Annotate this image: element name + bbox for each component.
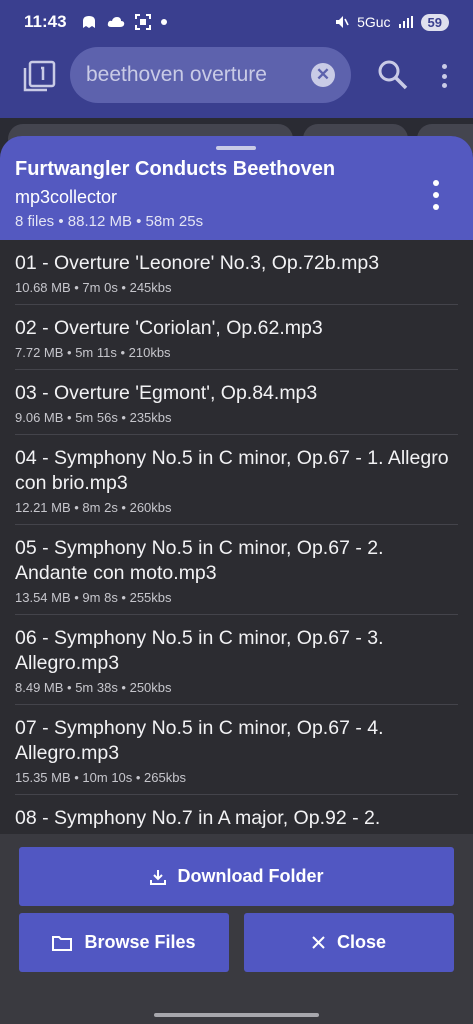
clear-search-icon[interactable]: ✕ xyxy=(311,63,335,87)
download-folder-button[interactable]: Download Folder xyxy=(19,847,454,906)
file-name: 03 - Overture 'Egmont', Op.84.mp3 xyxy=(15,382,318,404)
dot-icon xyxy=(160,19,167,25)
battery-badge: 59 xyxy=(420,13,449,31)
folder-meta: 8 files • 88.12 MB • 58m 25s xyxy=(15,213,204,230)
app-bar: beethoven overture ✕ xyxy=(0,44,473,106)
file-list[interactable]: 01 - Overture 'Leonore' No.3, Op.72b.mp3… xyxy=(0,240,473,834)
home-indicator[interactable] xyxy=(154,1013,319,1017)
file-name: 02 - Overture 'Coriolan', Op.62.mp3 xyxy=(15,317,323,339)
folder-title: Furtwangler Conducts Beethoven xyxy=(15,158,336,180)
file-info: 10.68 MB • 7m 0s • 245kbs xyxy=(15,280,172,295)
status-notification-icons xyxy=(81,14,167,30)
file-info: 15.35 MB • 10m 10s • 265kbs xyxy=(15,770,186,785)
close-button[interactable]: Close xyxy=(244,913,454,972)
search-icon[interactable] xyxy=(376,58,410,92)
file-row[interactable]: 08 - Symphony No.7 in A major, Op.92 - 2… xyxy=(15,795,458,834)
file-name: 04 - Symphony No.5 in C minor, Op.67 - 1… xyxy=(15,447,449,494)
download-icon xyxy=(149,869,166,885)
file-row[interactable]: 05 - Symphony No.5 in C minor, Op.67 - 2… xyxy=(15,525,458,615)
file-info: 12.21 MB • 8m 2s • 260kbs xyxy=(15,500,172,515)
status-time: 11:43 xyxy=(24,12,67,31)
status-right-icons: 5Guc 59 xyxy=(335,13,449,31)
file-row[interactable]: 06 - Symphony No.5 in C minor, Op.67 - 3… xyxy=(15,615,458,705)
file-info: 9.06 MB • 5m 56s • 235kbs xyxy=(15,410,172,425)
download-folder-label: Download Folder xyxy=(177,866,324,886)
top-app-area: 11:43 5Guc 59 beethoven overture ✕ xyxy=(0,0,473,125)
file-info: 7.72 MB • 5m 11s • 210kbs xyxy=(15,345,171,360)
file-name: 08 - Symphony No.7 in A major, Op.92 - 2… xyxy=(15,807,381,834)
status-bar: 11:43 5Guc 59 xyxy=(0,0,473,44)
file-name: 07 - Symphony No.5 in C minor, Op.67 - 4… xyxy=(15,717,384,764)
folder-bottom-sheet: Furtwangler Conducts Beethoven mp3collec… xyxy=(0,136,473,1024)
file-name: 06 - Symphony No.5 in C minor, Op.67 - 3… xyxy=(15,627,384,674)
file-row[interactable]: 03 - Overture 'Egmont', Op.84.mp3 9.06 M… xyxy=(15,370,458,435)
file-name: 01 - Overture 'Leonore' No.3, Op.72b.mp3 xyxy=(15,252,380,274)
signal-icon xyxy=(398,16,413,28)
browse-files-label: Browse Files xyxy=(84,932,196,952)
file-row[interactable]: 04 - Symphony No.5 in C minor, Op.67 - 1… xyxy=(15,435,458,525)
search-input[interactable]: beethoven overture xyxy=(86,63,267,87)
tabs-icon[interactable] xyxy=(22,60,56,92)
mute-icon xyxy=(336,16,349,28)
file-info: 13.54 MB • 9m 8s • 255kbs xyxy=(15,590,172,605)
file-info: 8.49 MB • 5m 38s • 250kbs xyxy=(15,680,172,695)
file-row[interactable]: 07 - Symphony No.5 in C minor, Op.67 - 4… xyxy=(15,705,458,795)
file-row[interactable]: 02 - Overture 'Coriolan', Op.62.mp3 7.72… xyxy=(15,305,458,370)
browse-files-button[interactable]: Browse Files xyxy=(19,913,229,972)
overflow-menu-icon[interactable] xyxy=(438,62,450,90)
file-row[interactable]: 01 - Overture 'Leonore' No.3, Op.72b.mp3… xyxy=(15,240,458,305)
sheet-more-icon[interactable] xyxy=(430,180,442,210)
screenshot-icon xyxy=(134,14,151,30)
close-icon xyxy=(312,936,325,949)
folder-uploader[interactable]: mp3collector xyxy=(15,187,117,208)
network-label: 5Guc xyxy=(357,14,391,30)
file-name: 05 - Symphony No.5 in C minor, Op.67 - 2… xyxy=(15,537,384,584)
sheet-header: Furtwangler Conducts Beethoven mp3collec… xyxy=(0,136,473,240)
close-label: Close xyxy=(336,932,387,952)
search-field[interactable]: beethoven overture ✕ xyxy=(70,47,351,103)
drag-handle[interactable] xyxy=(216,146,256,150)
folder-icon xyxy=(52,935,73,951)
ghost-notification-icon xyxy=(82,16,95,28)
cloud-icon xyxy=(107,17,124,27)
